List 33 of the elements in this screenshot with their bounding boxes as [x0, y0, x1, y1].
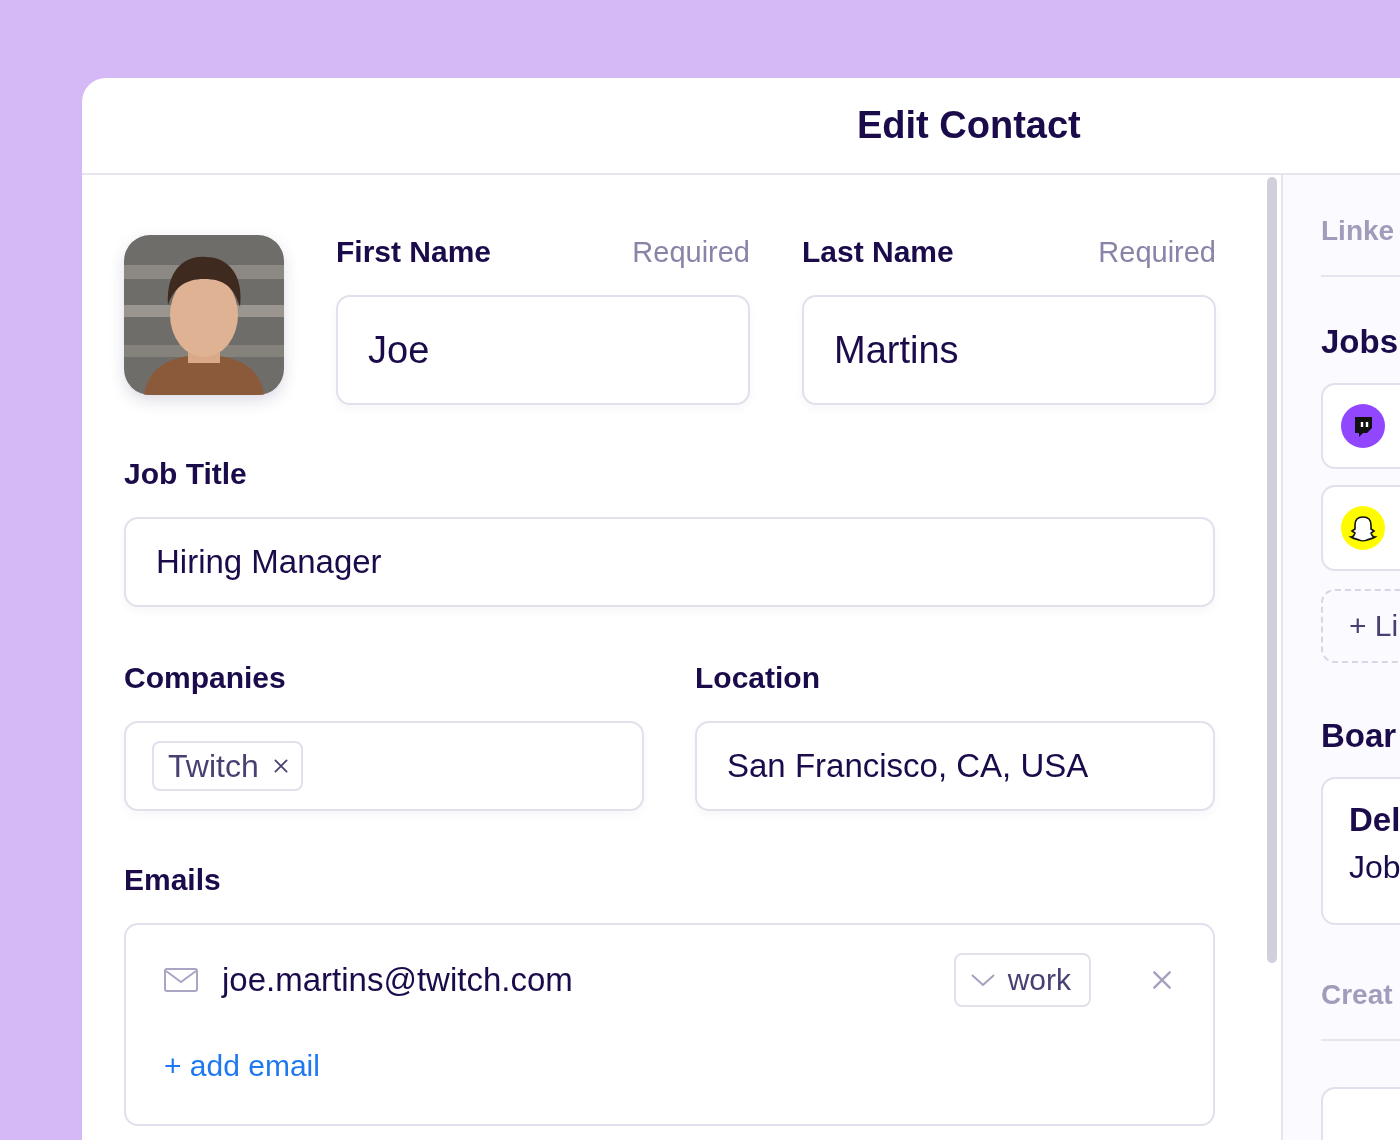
chevron-down-icon — [969, 972, 996, 988]
window-title: Edit Contact — [857, 104, 1081, 147]
email-address[interactable]: joe.martins@twitch.com — [222, 961, 954, 999]
field-label: First Name — [336, 235, 492, 269]
field-label: Emails — [124, 863, 221, 897]
companies-field[interactable]: Twitch — [124, 721, 644, 811]
scrollbar-thumb[interactable] — [1267, 177, 1277, 963]
text-field[interactable]: Hiring Manager — [124, 517, 1215, 607]
text-field[interactable]: Joe — [336, 295, 750, 405]
field-label: Job Title — [124, 457, 247, 491]
chat-logo-icon — [1341, 404, 1385, 448]
board-subtitle: Job — [1349, 849, 1400, 886]
required-hint: Required — [632, 236, 750, 269]
tag-label: Twitch — [168, 747, 259, 785]
field-label: Last Name — [802, 235, 954, 269]
board-card[interactable]: Del Job — [1321, 777, 1400, 925]
required-hint: Required — [1098, 236, 1216, 269]
board-title: Del — [1349, 801, 1400, 839]
close-icon[interactable] — [272, 758, 289, 774]
add-email-link[interactable]: + add email — [164, 1049, 320, 1083]
text-field[interactable]: San Francisco, CA, USA — [695, 721, 1215, 811]
section-heading: Boar — [1321, 717, 1398, 756]
text-field[interactable]: Martins — [802, 295, 1216, 405]
field-label: Companies — [124, 661, 286, 695]
section-heading: Jobs — [1321, 323, 1400, 362]
company-tag[interactable]: Twitch — [152, 741, 303, 791]
section-heading: Linke — [1321, 215, 1396, 248]
add-job-button[interactable]: + Li — [1321, 589, 1400, 663]
ghost-logo-icon — [1341, 506, 1385, 550]
field-label: Location — [695, 661, 820, 695]
mail-icon — [164, 968, 198, 992]
type-dropdown[interactable]: work — [953, 953, 1091, 1007]
section-heading: Creat — [1321, 979, 1394, 1012]
